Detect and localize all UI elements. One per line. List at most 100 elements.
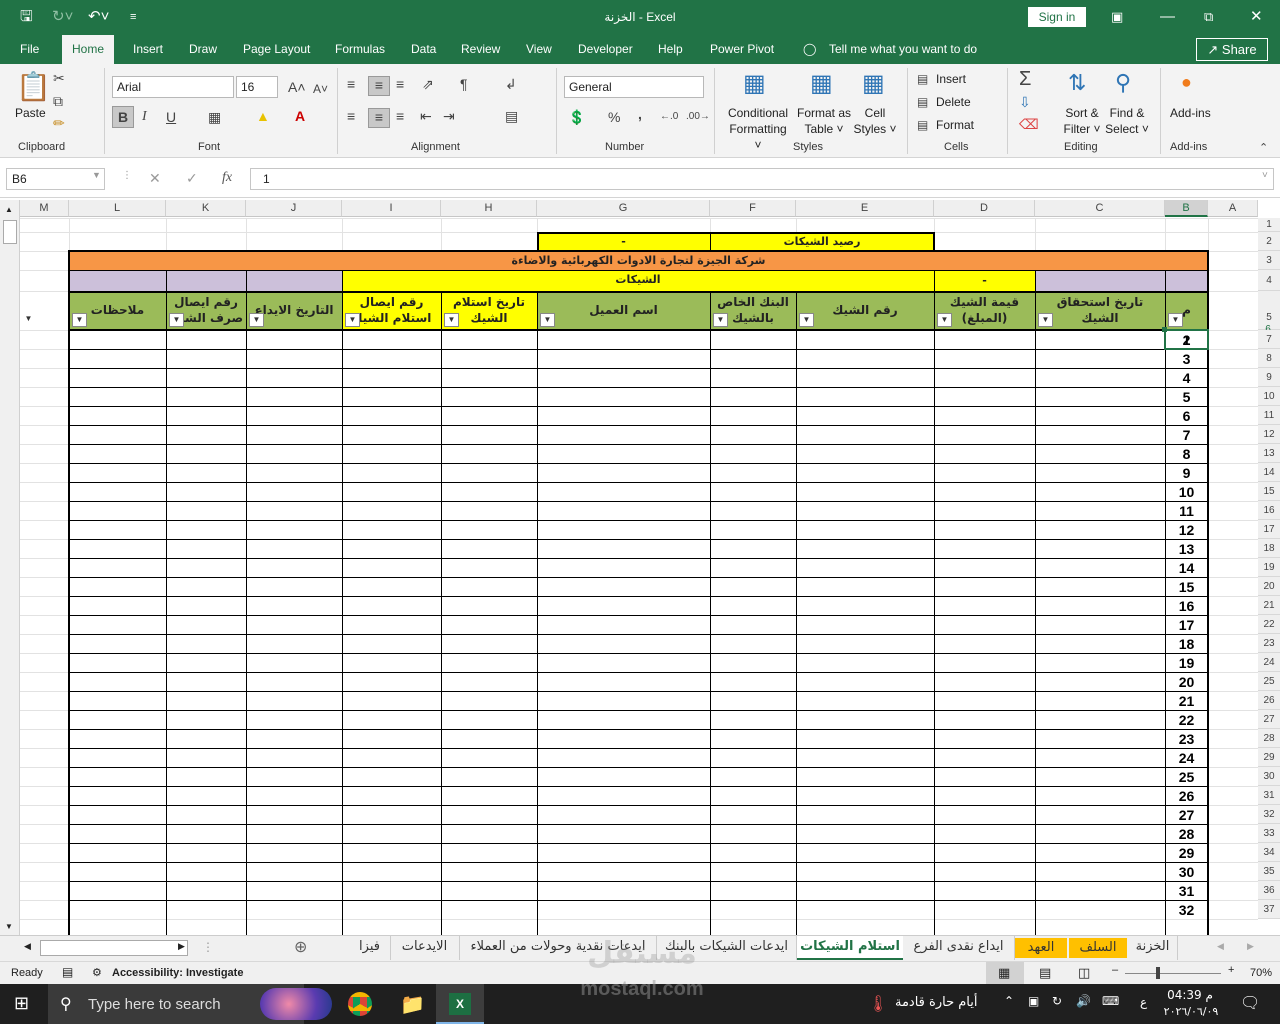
redo-icon[interactable]: ↻˅ — [52, 8, 73, 26]
column-header-m[interactable]: M — [20, 200, 69, 217]
show-hidden-icons[interactable]: ⌃ — [1004, 994, 1014, 1008]
vertical-scrollbar[interactable]: ▲ ▼ — [0, 200, 20, 935]
increase-decimal-icon[interactable]: ←.0 — [660, 109, 678, 125]
align-top-icon[interactable]: ≡ — [347, 76, 355, 92]
filter-dropdown-icon[interactable]: ▼ — [169, 313, 184, 327]
row-header-15[interactable]: 15 — [1258, 482, 1280, 501]
row-header-14[interactable]: 14 — [1258, 463, 1280, 482]
page-layout-view-icon[interactable]: ▤ — [1039, 965, 1051, 981]
tab-developer[interactable]: Developer — [578, 42, 633, 56]
paste-icon[interactable]: 📋 — [16, 72, 51, 102]
column-header-f[interactable]: F — [710, 200, 796, 217]
sheet-tab[interactable]: استلام الشيكات — [797, 936, 903, 960]
formula-input[interactable]: 1 — [250, 168, 1274, 190]
decrease-font-icon[interactable]: A˅ — [313, 81, 328, 97]
add-ins-button[interactable]: Add-ins — [1170, 105, 1211, 121]
sync-icon[interactable]: ↻ — [1052, 994, 1062, 1008]
serial-number-cell[interactable]: 7 — [1165, 426, 1208, 444]
decrease-decimal-icon[interactable]: .00→ — [686, 109, 710, 125]
italic-button[interactable]: I — [142, 109, 147, 125]
serial-number-cell[interactable]: 14 — [1165, 559, 1208, 577]
borders-icon[interactable]: ▦ — [208, 109, 221, 125]
sheet-tab[interactable]: العهد — [1015, 938, 1067, 958]
filter-dropdown-icon[interactable]: ▼ — [444, 313, 459, 327]
cut-icon[interactable]: ✂ — [53, 70, 65, 86]
undo-icon[interactable]: ↶˅ — [88, 8, 109, 26]
serial-number-cell[interactable]: 8 — [1165, 445, 1208, 463]
row-header-11[interactable]: 11 — [1258, 406, 1280, 425]
format-as-table-button[interactable]: Format as Table ˅ — [795, 105, 853, 137]
row-header-23[interactable]: 23 — [1258, 634, 1280, 653]
increase-indent-icon[interactable]: ⇥ — [443, 108, 455, 124]
column-header-i[interactable]: I — [342, 200, 441, 217]
page-break-view-icon[interactable]: ◫ — [1078, 965, 1090, 981]
filter-dropdown-icon[interactable]: ▼ — [937, 313, 952, 327]
insert-function-button[interactable]: fx — [222, 170, 232, 186]
row-header-24[interactable]: 24 — [1258, 653, 1280, 672]
weather-text[interactable]: أيام حارة قادمة — [895, 995, 978, 1010]
row-header-7[interactable]: 7 — [1258, 330, 1280, 349]
active-cell-b6[interactable] — [1164, 329, 1209, 350]
fill-color-icon[interactable]: ▲ — [256, 108, 270, 124]
scroll-thumb[interactable] — [3, 220, 17, 244]
row-header-26[interactable]: 26 — [1258, 691, 1280, 710]
sheet-tab[interactable]: فيزا — [349, 936, 391, 960]
serial-number-cell[interactable]: 20 — [1165, 673, 1208, 691]
serial-number-cell[interactable]: 11 — [1165, 502, 1208, 520]
column-header-e[interactable]: E — [796, 200, 934, 217]
fill-handle[interactable] — [1162, 327, 1167, 332]
file-explorer-icon[interactable]: 📁 — [400, 992, 425, 1017]
font-size-select[interactable]: 16 — [236, 76, 278, 98]
tab-help[interactable]: Help — [658, 42, 683, 56]
conditional-formatting-button[interactable]: Conditional Formatting ˅ — [726, 105, 790, 153]
notifications-icon[interactable]: 🗨 — [1240, 993, 1260, 1013]
clear-icon[interactable]: ⌫ — [1019, 116, 1039, 132]
serial-number-cell[interactable]: 22 — [1165, 711, 1208, 729]
name-box[interactable]: B6 — [6, 168, 105, 190]
scroll-right-icon[interactable]: ▶ — [178, 941, 185, 952]
column-header-g[interactable]: G — [537, 200, 710, 217]
network-icon[interactable]: ▣ — [1028, 994, 1039, 1008]
ribbon-display-icon[interactable]: ▣ — [1111, 8, 1123, 26]
align-right-icon[interactable]: ≡ — [396, 108, 404, 124]
tab-data[interactable]: Data — [411, 42, 436, 56]
name-box-dropdown-icon[interactable]: ▼ — [92, 170, 101, 180]
serial-number-cell[interactable]: 16 — [1165, 597, 1208, 615]
fill-icon[interactable]: ⇩ — [1019, 94, 1031, 110]
serial-number-cell[interactable]: 30 — [1165, 863, 1208, 881]
row-header-25[interactable]: 25 — [1258, 672, 1280, 691]
horizontal-scrollbar[interactable] — [40, 940, 188, 956]
format-as-table-icon[interactable]: ▦ — [810, 70, 833, 98]
close-icon[interactable]: ✕ — [1250, 8, 1263, 26]
serial-number-cell[interactable]: 19 — [1165, 654, 1208, 672]
row-header-34[interactable]: 34 — [1258, 843, 1280, 862]
chrome-icon[interactable] — [348, 992, 372, 1016]
tab-view[interactable]: View — [526, 42, 552, 56]
row-header-9[interactable]: 9 — [1258, 368, 1280, 387]
decrease-indent-icon[interactable]: ⇤ — [420, 108, 432, 124]
find-select-button[interactable]: Find & Select ˅ — [1105, 105, 1149, 137]
macro-record-icon[interactable]: ▤ — [62, 965, 73, 979]
zoom-slider[interactable] — [1125, 973, 1221, 974]
serial-number-cell[interactable]: 29 — [1165, 844, 1208, 862]
bold-button[interactable]: B — [112, 106, 134, 128]
filter-dropdown-icon[interactable]: ▼ — [799, 313, 814, 327]
comma-style-button[interactable]: , — [638, 106, 642, 122]
serial-number-cell[interactable]: 12 — [1165, 521, 1208, 539]
next-sheet-icon[interactable]: ▶ — [1247, 941, 1254, 952]
sheet-tab[interactable]: الخزنة — [1128, 936, 1178, 960]
column-header-j[interactable]: J — [246, 200, 342, 217]
tab-page-layout[interactable]: Page Layout — [243, 42, 310, 56]
minimize-icon[interactable]: — — [1160, 8, 1175, 26]
filter-dropdown-icon[interactable]: ▼ — [540, 313, 555, 327]
serial-number-cell[interactable]: 15 — [1165, 578, 1208, 596]
format-cells-button[interactable]: Format — [936, 117, 974, 133]
row-header-19[interactable]: 19 — [1258, 558, 1280, 577]
row-header-33[interactable]: 33 — [1258, 824, 1280, 843]
input-language[interactable]: ع — [1140, 995, 1147, 1009]
row-header-18[interactable]: 18 — [1258, 539, 1280, 558]
row-header-16[interactable]: 16 — [1258, 501, 1280, 520]
zoom-thumb[interactable] — [1156, 967, 1160, 979]
row-header-31[interactable]: 31 — [1258, 786, 1280, 805]
row-header-29[interactable]: 29 — [1258, 748, 1280, 767]
